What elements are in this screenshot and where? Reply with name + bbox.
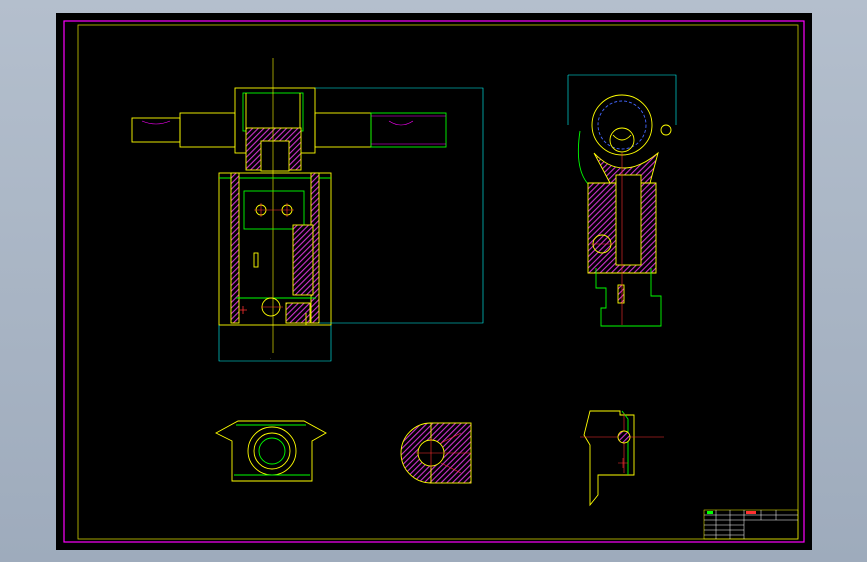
front-section-view: .	[131, 58, 484, 362]
detail-section-b	[580, 410, 664, 507]
drawing-canvas: .	[63, 20, 805, 543]
bottom-view	[215, 420, 327, 482]
svg-text:.: .	[270, 356, 271, 360]
side-section-view	[567, 74, 677, 327]
title-block	[703, 509, 799, 540]
detail-section-a	[400, 422, 472, 484]
cad-viewport[interactable]: .	[56, 13, 812, 550]
